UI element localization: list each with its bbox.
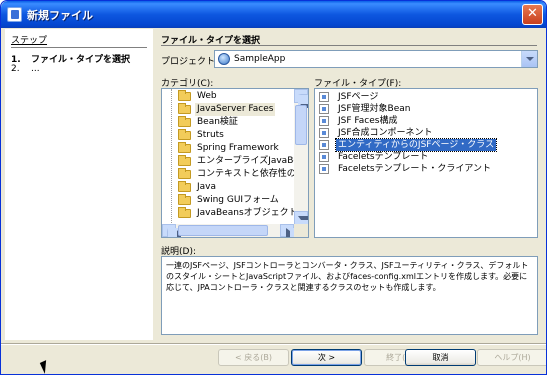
cancel-button[interactable]: 取消 <box>405 349 476 366</box>
folder-icon <box>178 142 191 153</box>
description-text: 一連のJSFページ、JSFコントローラとコンバータ・クラス、JSFユーティリティ… <box>161 256 538 335</box>
file-icon <box>319 128 329 138</box>
scrollbar-corner <box>294 224 308 237</box>
tree-guide-line <box>171 89 172 225</box>
steps-panel: ステップ 1. ファイル・タイプを選択 2.... <box>5 29 153 340</box>
scroll-left-button[interactable] <box>162 224 181 237</box>
project-value: SampleApp <box>234 54 286 64</box>
next-button[interactable]: 次 > <box>291 349 362 366</box>
file-icon <box>319 116 329 126</box>
help-button[interactable]: ヘルプ(H) <box>477 349 546 366</box>
file-icon <box>319 104 329 114</box>
categories-vertical-scrollbar[interactable] <box>294 89 308 230</box>
scroll-thumb[interactable] <box>178 225 268 236</box>
step-2: 2.... <box>11 64 40 74</box>
new-file-dialog: 新規ファイル ✕ ステップ 1. ファイル・タイプを選択 2.... ファイル・タ… <box>0 0 547 375</box>
app-icon <box>7 7 22 22</box>
scroll-down-button[interactable] <box>294 211 308 230</box>
categories-horizontal-scrollbar[interactable] <box>162 224 308 237</box>
step-2-label: ... <box>31 64 40 74</box>
folder-icon <box>178 103 191 114</box>
folder-icon <box>178 168 191 179</box>
steps-title: ステップ <box>11 36 48 46</box>
folder-icon <box>178 181 191 192</box>
project-globe-icon <box>218 53 230 65</box>
file-icon <box>319 152 329 162</box>
step-1-label: ファイル・タイプを選択 <box>31 55 131 65</box>
folder-icon <box>178 116 191 127</box>
back-button[interactable]: < 戻る(B) <box>218 349 289 366</box>
footer-divider-highlight <box>1 344 546 345</box>
folder-icon <box>178 155 191 166</box>
folder-icon <box>178 207 191 218</box>
file-type-item[interactable]: JSFページ <box>317 91 535 103</box>
file-type-item[interactable]: Faceletsテンプレート・クライアント <box>317 163 535 175</box>
file-type-item[interactable]: JSF合成コンポーネント <box>317 127 535 139</box>
folder-icon <box>178 129 191 140</box>
categories-tree[interactable]: Web JavaServer Faces Bean検証 Struts Sprin… <box>161 88 309 238</box>
scroll-right-button[interactable] <box>280 224 300 237</box>
step-2-number: 2. <box>11 64 20 74</box>
file-icon <box>319 92 329 102</box>
title-bar[interactable]: 新規ファイル ✕ <box>1 1 546 28</box>
scroll-up-button[interactable] <box>294 89 308 108</box>
scroll-thumb[interactable] <box>295 105 307 145</box>
chevron-down-icon[interactable] <box>521 51 537 67</box>
file-icon <box>319 140 329 150</box>
file-type-item[interactable]: JSF管理対象Bean <box>317 103 535 115</box>
mouse-cursor-icon <box>39 360 52 374</box>
file-icon <box>319 164 329 174</box>
file-type-item-selected[interactable]: エンティティからのJSFページ・クラス <box>317 138 535 152</box>
file-types-list[interactable]: JSFページ JSF管理対象Bean JSF Faces構成 JSF合成コンポー… <box>314 88 538 238</box>
project-combobox[interactable]: SampleApp <box>214 50 538 68</box>
folder-icon <box>178 194 191 205</box>
file-type-item[interactable]: JSF Faces構成 <box>317 115 535 127</box>
section-divider <box>161 45 537 46</box>
file-type-item[interactable]: Faceletsテンプレート <box>317 151 535 163</box>
folder-icon <box>178 90 191 101</box>
window-title: 新規ファイル <box>27 9 93 22</box>
close-button[interactable]: ✕ <box>522 4 543 25</box>
steps-divider <box>11 47 147 48</box>
